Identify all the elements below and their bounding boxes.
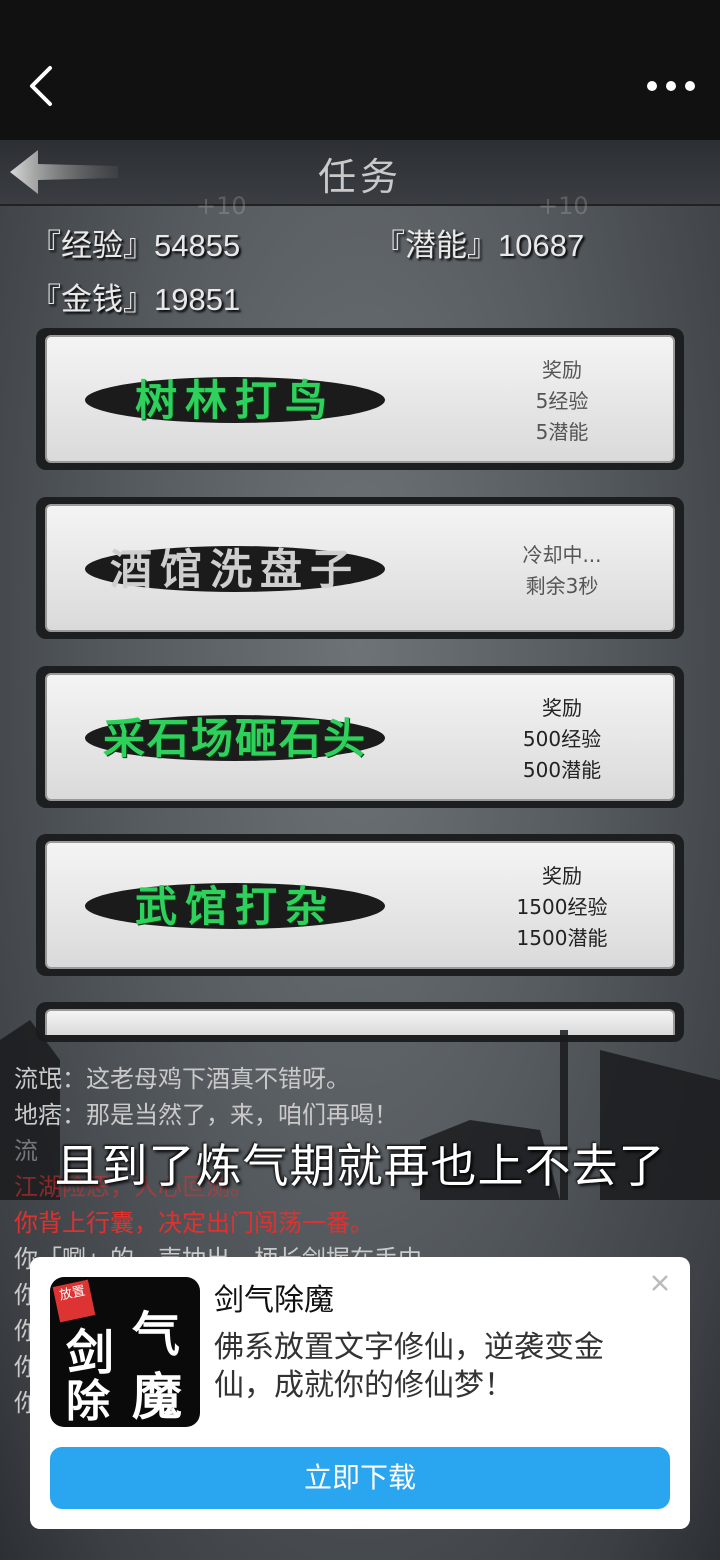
top-bar [0, 0, 720, 140]
more-options-icon[interactable] [646, 76, 696, 96]
app-logo: 放置 剑 气 除 魔 [50, 1277, 200, 1427]
game-header: 任务 [0, 140, 720, 206]
task-card-body: 酒馆洗盘子 冷却中... 剩余3秒 [45, 504, 675, 632]
task-card[interactable]: 采石场砸石头 奖励 500经验 500潜能 [36, 666, 684, 808]
stat-money: 『金钱』19851 [30, 282, 241, 317]
task-info-line: 奖励 [542, 696, 582, 720]
app-description: 佛系放置文字修仙，逆袭变金仙，成就你的修仙梦！ [214, 1330, 604, 1403]
task-name-badge: 酒馆洗盘子 [85, 545, 385, 594]
log-line: 你背上行囊，决定出门闯荡一番。 [14, 1209, 374, 1237]
app-logo-char: 除 [66, 1376, 110, 1427]
task-card[interactable]: 武馆打杂 奖励 1500经验 1500潜能 [36, 834, 684, 976]
task-info-line: 500潜能 [522, 758, 602, 782]
app-title: 剑气除魔 [214, 1283, 334, 1318]
task-info: 冷却中... 剩余3秒 [487, 540, 637, 602]
stat-experience: 『经验』54855 [30, 228, 241, 263]
task-info-line: 剩余3秒 [525, 574, 599, 598]
task-info-line: 5潜能 [535, 420, 589, 444]
faint-indicator: +10 [538, 192, 589, 220]
log-line: 流氓：这老母鸡下酒真不错呀。 [14, 1065, 350, 1093]
task-name-badge: 武馆打杂 [85, 882, 385, 931]
task-card-body: 采石场砸石头 奖励 500经验 500潜能 [45, 673, 675, 801]
task-name-badge: 采石场砸石头 [85, 714, 385, 763]
task-info-line: 1500经验 [516, 895, 608, 919]
task-info-line: 奖励 [542, 864, 582, 888]
app-logo-char: 魔 [132, 1367, 182, 1426]
back-icon[interactable] [24, 62, 64, 110]
task-info-line: 500经验 [522, 727, 602, 751]
app-logo-char: 气 [132, 1307, 181, 1363]
task-info-line: 奖励 [542, 358, 582, 382]
task-info-line: 1500潜能 [516, 926, 608, 950]
task-info: 奖励 500经验 500潜能 [487, 693, 637, 786]
task-card[interactable]: 树林打鸟 奖励 5经验 5潜能 [36, 328, 684, 470]
task-card[interactable]: 酒馆洗盘子 冷却中... 剩余3秒 [36, 497, 684, 639]
stat-potential: 『潜能』10687 [374, 228, 585, 263]
task-info-line: 5经验 [535, 389, 589, 413]
app-ad-card[interactable]: 放置 剑 气 除 魔 剑气除魔 佛系放置文字修仙，逆袭变金仙，成就你的修仙梦！ … [30, 1257, 690, 1529]
task-name: 酒馆洗盘子 [109, 545, 360, 594]
task-name: 采石场砸石头 [102, 714, 367, 763]
task-info-line: 冷却中... [522, 543, 602, 567]
task-card-body: 武馆打杂 奖励 1500经验 1500潜能 [45, 841, 675, 969]
log-line: 地痞：那是当然了，来，咱们再喝！ [14, 1101, 398, 1129]
task-card-body: 树林打鸟 奖励 5经验 5潜能 [45, 335, 675, 463]
faint-indicator: +10 [196, 192, 247, 220]
task-info: 奖励 1500经验 1500潜能 [487, 861, 637, 954]
task-name-badge: 树林打鸟 [85, 376, 385, 425]
page-title: 任务 [317, 155, 402, 199]
close-icon[interactable] [648, 1271, 672, 1295]
video-subtitle: 且到了炼气期就再也上不去了 [54, 1139, 666, 1193]
task-name: 武馆打杂 [134, 882, 335, 931]
task-name: 树林打鸟 [134, 376, 335, 425]
download-button[interactable]: 立即下载 [50, 1447, 670, 1509]
task-info: 奖励 5经验 5潜能 [487, 355, 637, 448]
